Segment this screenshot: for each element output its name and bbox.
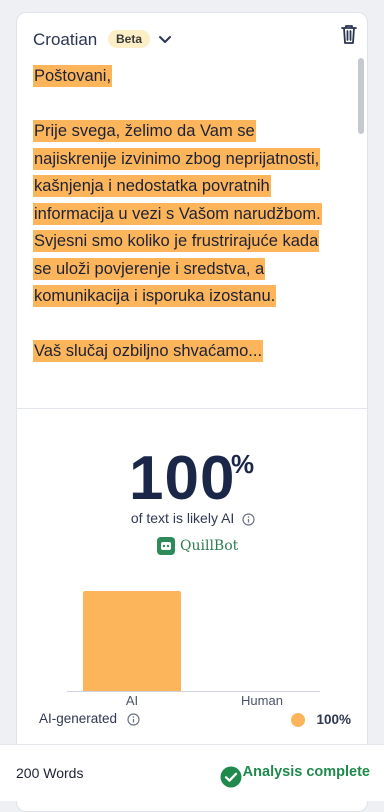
- chart-label-human: Human: [241, 693, 283, 708]
- ai-human-chart: AI Human: [67, 573, 337, 713]
- detector-card: Croatian Beta Poštovani, Prije svega, že…: [16, 12, 368, 812]
- footer-bar: 200 Words Analysis complete: [0, 744, 384, 801]
- word-count: 200 Words: [16, 765, 84, 781]
- highlighted-sentence: Svjesni smo koliko je frustrirajuće kada…: [33, 230, 320, 307]
- chevron-down-icon[interactable]: [158, 33, 172, 47]
- beta-badge: Beta: [108, 30, 151, 48]
- legend-value: 100%: [316, 712, 351, 727]
- ai-score-value: 100: [129, 444, 236, 513]
- text-scrollbar[interactable]: [358, 58, 364, 134]
- highlighted-sentence: Prije svega, želimo da Vam se najiskreni…: [33, 120, 322, 225]
- highlighted-sentence: Vaš slučaj ozbiljno shvaćamo...: [33, 340, 264, 362]
- chart-baseline: [67, 691, 320, 692]
- divider: [17, 408, 367, 409]
- legend-ai-generated: AI-generated 100%: [39, 711, 351, 733]
- score-caption: of text is likely AI: [17, 510, 367, 526]
- info-icon[interactable]: [127, 713, 140, 726]
- quillbot-logo-icon: [157, 537, 175, 555]
- analysis-status: Analysis complete: [242, 764, 370, 780]
- highlighted-sentence: Poštovani,: [33, 65, 113, 87]
- chart-label-ai: AI: [125, 693, 139, 708]
- ai-score-percent: %: [231, 449, 255, 479]
- trash-icon[interactable]: [339, 23, 359, 45]
- quillbot-wordmark: QuillBot: [180, 538, 239, 554]
- chart-bar-ai: [83, 591, 181, 691]
- info-icon[interactable]: [242, 513, 255, 526]
- legend-swatch: [291, 713, 305, 727]
- input-text-area[interactable]: Poštovani, Prije svega, želimo da Vam se…: [33, 63, 333, 373]
- check-circle-icon: [220, 766, 242, 788]
- legend-label: AI-generated: [39, 711, 118, 726]
- card-header: Croatian Beta: [17, 13, 367, 63]
- score-caption-text: of text is likely AI: [130, 510, 235, 526]
- language-selector-label[interactable]: Croatian: [33, 30, 97, 50]
